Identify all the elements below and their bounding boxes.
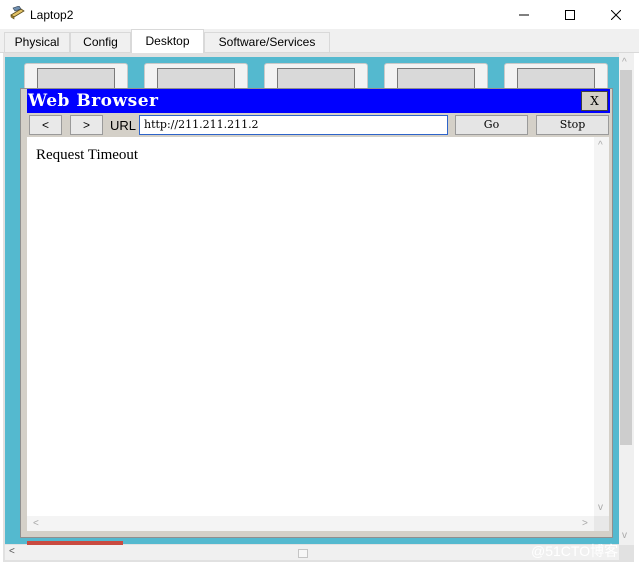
forward-button[interactable]: > xyxy=(70,115,103,135)
scroll-down-icon[interactable]: v xyxy=(622,530,627,541)
chevron-left-icon: < xyxy=(41,118,49,132)
browser-content-area xyxy=(27,137,594,516)
minimize-icon xyxy=(519,14,529,15)
tab-physical[interactable]: Physical xyxy=(4,32,70,52)
browser-title: Web Browser xyxy=(28,91,159,111)
go-button[interactable]: Go xyxy=(455,115,528,135)
content-vertical-scrollbar[interactable] xyxy=(594,137,609,516)
maximize-icon xyxy=(565,9,575,20)
content-scroll-right-icon[interactable]: > xyxy=(582,518,588,529)
scroll-up-icon[interactable]: ^ xyxy=(622,57,627,68)
watermark: @51CTO博客 xyxy=(531,543,619,559)
url-input[interactable]: http://211.211.211.2 xyxy=(139,115,448,135)
desktop-horizontal-scroll-thumb[interactable] xyxy=(298,549,308,558)
tab-software-services[interactable]: Software/Services xyxy=(204,32,330,52)
minimize-button[interactable] xyxy=(501,0,547,29)
back-button[interactable]: < xyxy=(29,115,62,135)
content-horizontal-scrollbar[interactable] xyxy=(27,516,594,531)
content-scroll-up-icon[interactable]: ^ xyxy=(598,140,603,151)
laptop-app-icon xyxy=(10,6,25,20)
tab-desktop[interactable]: Desktop xyxy=(131,29,204,53)
chevron-right-icon: > xyxy=(82,118,90,132)
desktop-horizontal-scrollbar[interactable] xyxy=(5,545,619,560)
tab-config[interactable]: Config xyxy=(70,32,131,52)
scroll-left-icon[interactable]: < xyxy=(9,546,15,557)
page-content-text: Request Timeout xyxy=(36,147,139,163)
url-label: URL xyxy=(110,118,137,133)
content-scroll-down-icon[interactable]: v xyxy=(598,502,603,513)
maximize-button[interactable] xyxy=(547,0,593,29)
scrollbar-corner xyxy=(594,516,609,531)
browser-close-button[interactable]: X xyxy=(581,91,608,111)
desktop-vertical-scroll-thumb[interactable] xyxy=(620,70,632,445)
close-button[interactable] xyxy=(593,0,639,29)
stop-button[interactable]: Stop xyxy=(536,115,609,135)
window-title: Laptop2 xyxy=(30,8,74,22)
content-scroll-left-icon[interactable]: < xyxy=(33,518,39,529)
close-icon xyxy=(611,9,621,20)
